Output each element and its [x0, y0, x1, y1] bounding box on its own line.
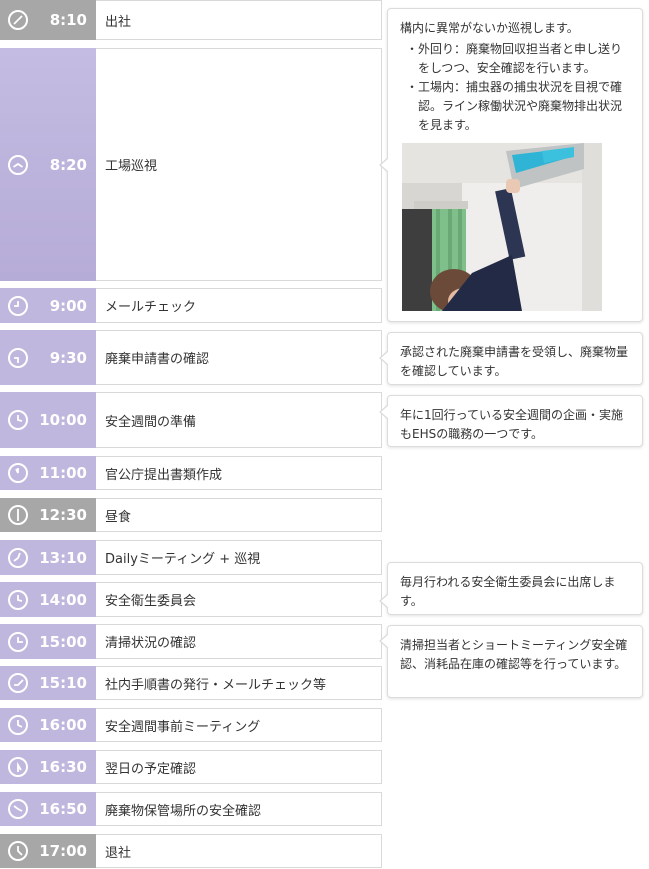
time-label: 16:50 [39, 800, 87, 818]
time-label: 13:10 [39, 548, 87, 567]
time-label: 15:10 [39, 674, 87, 692]
time-label: 16:00 [39, 716, 87, 734]
activity-label: Dailyミーティング + 巡視 [96, 540, 382, 575]
activity-label: 清掃状況の確認 [96, 624, 382, 659]
activity-label: 廃棄物保管場所の安全確認 [96, 792, 382, 826]
note-list-item: 工場内：捕虫器の捕虫状況を目視で確認。ライン稼働状況や廃棄物排出状況を見ます。 [400, 78, 632, 135]
time-label: 11:00 [39, 464, 87, 482]
clock-icon [8, 10, 28, 30]
clock-icon [8, 547, 28, 568]
time-block: 8:20 [0, 48, 96, 281]
time-block: 9:00 [0, 288, 96, 323]
time-block: 8:10 [0, 0, 96, 40]
time-block: 10:00 [0, 392, 96, 448]
patrol-photo [402, 143, 602, 311]
time-block: 14:00 [0, 582, 96, 617]
note-text: 清掃担当者とショートミーティング安全確認、消耗品在庫の確認等を行っています。 [400, 638, 628, 671]
time-label: 16:30 [39, 758, 87, 776]
time-label: 15:00 [39, 632, 87, 651]
time-label: 14:00 [39, 590, 87, 609]
note-text: 毎月行われる安全衛生委員会に出席します。 [400, 575, 616, 608]
clock-icon [8, 799, 28, 819]
schedule-row: 15:00 清掃状況の確認 [0, 624, 382, 659]
activity-label: メールチェック [96, 288, 382, 323]
activity-label: 官公庁提出書類作成 [96, 456, 382, 490]
cleaning-note: 清掃担当者とショートミーティング安全確認、消耗品在庫の確認等を行っています。 [379, 625, 643, 698]
activity-label: 昼食 [96, 498, 382, 532]
note-text: 承認された廃棄申請書を受領し、廃棄物量を確認しています。 [400, 345, 629, 378]
time-label: 8:20 [49, 155, 87, 174]
time-label: 8:10 [49, 11, 87, 29]
clock-icon [8, 410, 28, 430]
activity-label: 安全週間の準備 [96, 392, 382, 448]
callout-arrow [379, 593, 389, 609]
time-block: 15:00 [0, 624, 96, 659]
clock-icon [8, 841, 28, 861]
activity-label: 翌日の予定確認 [96, 750, 382, 784]
disposal-note: 承認された廃棄申請書を受領し、廃棄物量を確認しています。 [379, 332, 643, 385]
schedule-row: 15:10 社内手順書の発行・メールチェック等 [0, 666, 382, 700]
clock-icon [8, 631, 28, 652]
activity-label: 退社 [96, 834, 382, 868]
time-block: 16:50 [0, 792, 96, 826]
clock-icon [8, 673, 28, 693]
time-block: 17:00 [0, 834, 96, 868]
time-block: 15:10 [0, 666, 96, 700]
time-block: 11:00 [0, 456, 96, 490]
activity-label: 工場巡視 [96, 48, 382, 281]
time-block: 16:30 [0, 750, 96, 784]
clock-icon [8, 154, 28, 175]
committee-note: 毎月行われる安全衛生委員会に出席します。 [379, 562, 643, 615]
time-block: 9:30 [0, 330, 96, 385]
clock-icon [8, 347, 28, 368]
activity-label: 廃棄申請書の確認 [96, 330, 382, 385]
activity-label: 安全衛生委員会 [96, 582, 382, 617]
clock-icon [8, 463, 28, 483]
clock-icon [8, 757, 28, 777]
schedule-row: 8:10 出社 [0, 0, 382, 40]
clock-icon [8, 715, 28, 735]
time-block: 12:30 [0, 498, 96, 532]
note-list: 外回り：廃棄物回収担当者と申し送りをしつつ、安全確認を行います。 工場内：捕虫器… [400, 40, 632, 135]
schedule-row: 9:30 廃棄申請書の確認 [0, 330, 382, 385]
note-intro: 構内に異常がないか巡視します。 [400, 21, 579, 35]
schedule-row: 12:30 昼食 [0, 498, 382, 532]
callout-arrow [379, 350, 389, 366]
time-label: 17:00 [39, 842, 87, 860]
schedule-row: 17:00 退社 [0, 834, 382, 868]
schedule-row: 10:00 安全週間の準備 [0, 392, 382, 448]
schedule-row: 11:00 官公庁提出書類作成 [0, 456, 382, 490]
time-block: 13:10 [0, 540, 96, 575]
note-list-item: 外回り：廃棄物回収担当者と申し送りをしつつ、安全確認を行います。 [400, 40, 632, 78]
patrol-note: 構内に異常がないか巡視します。 外回り：廃棄物回収担当者と申し送りをしつつ、安全… [379, 8, 643, 322]
schedule-row: 16:30 翌日の予定確認 [0, 750, 382, 784]
schedule-row: 8:20 工場巡視 [0, 48, 382, 281]
schedule-row: 13:10 Dailyミーティング + 巡視 [0, 540, 382, 575]
activity-label: 社内手順書の発行・メールチェック等 [96, 666, 382, 700]
time-label: 10:00 [39, 411, 87, 429]
callout-arrow [379, 404, 389, 420]
time-label: 12:30 [39, 506, 87, 524]
schedule-row: 16:00 安全週間事前ミーティング [0, 708, 382, 742]
activity-label: 出社 [96, 0, 382, 40]
schedule-row: 9:00 メールチェック [0, 288, 382, 323]
clock-icon [8, 505, 28, 525]
note-text: 年に1回行っている安全週間の企画・実施もEHSの職務の一つです。 [400, 408, 624, 441]
clock-icon [8, 295, 28, 316]
time-label: 9:00 [49, 296, 87, 315]
time-block: 16:00 [0, 708, 96, 742]
activity-label: 安全週間事前ミーティング [96, 708, 382, 742]
schedule-row: 16:50 廃棄物保管場所の安全確認 [0, 792, 382, 826]
callout-arrow [379, 157, 389, 173]
safety-week-note: 年に1回行っている安全週間の企画・実施もEHSの職務の一つです。 [379, 395, 643, 447]
schedule-row: 14:00 安全衛生委員会 [0, 582, 382, 617]
clock-icon [8, 589, 28, 610]
callout-arrow [379, 633, 389, 649]
time-label: 9:30 [49, 348, 87, 367]
